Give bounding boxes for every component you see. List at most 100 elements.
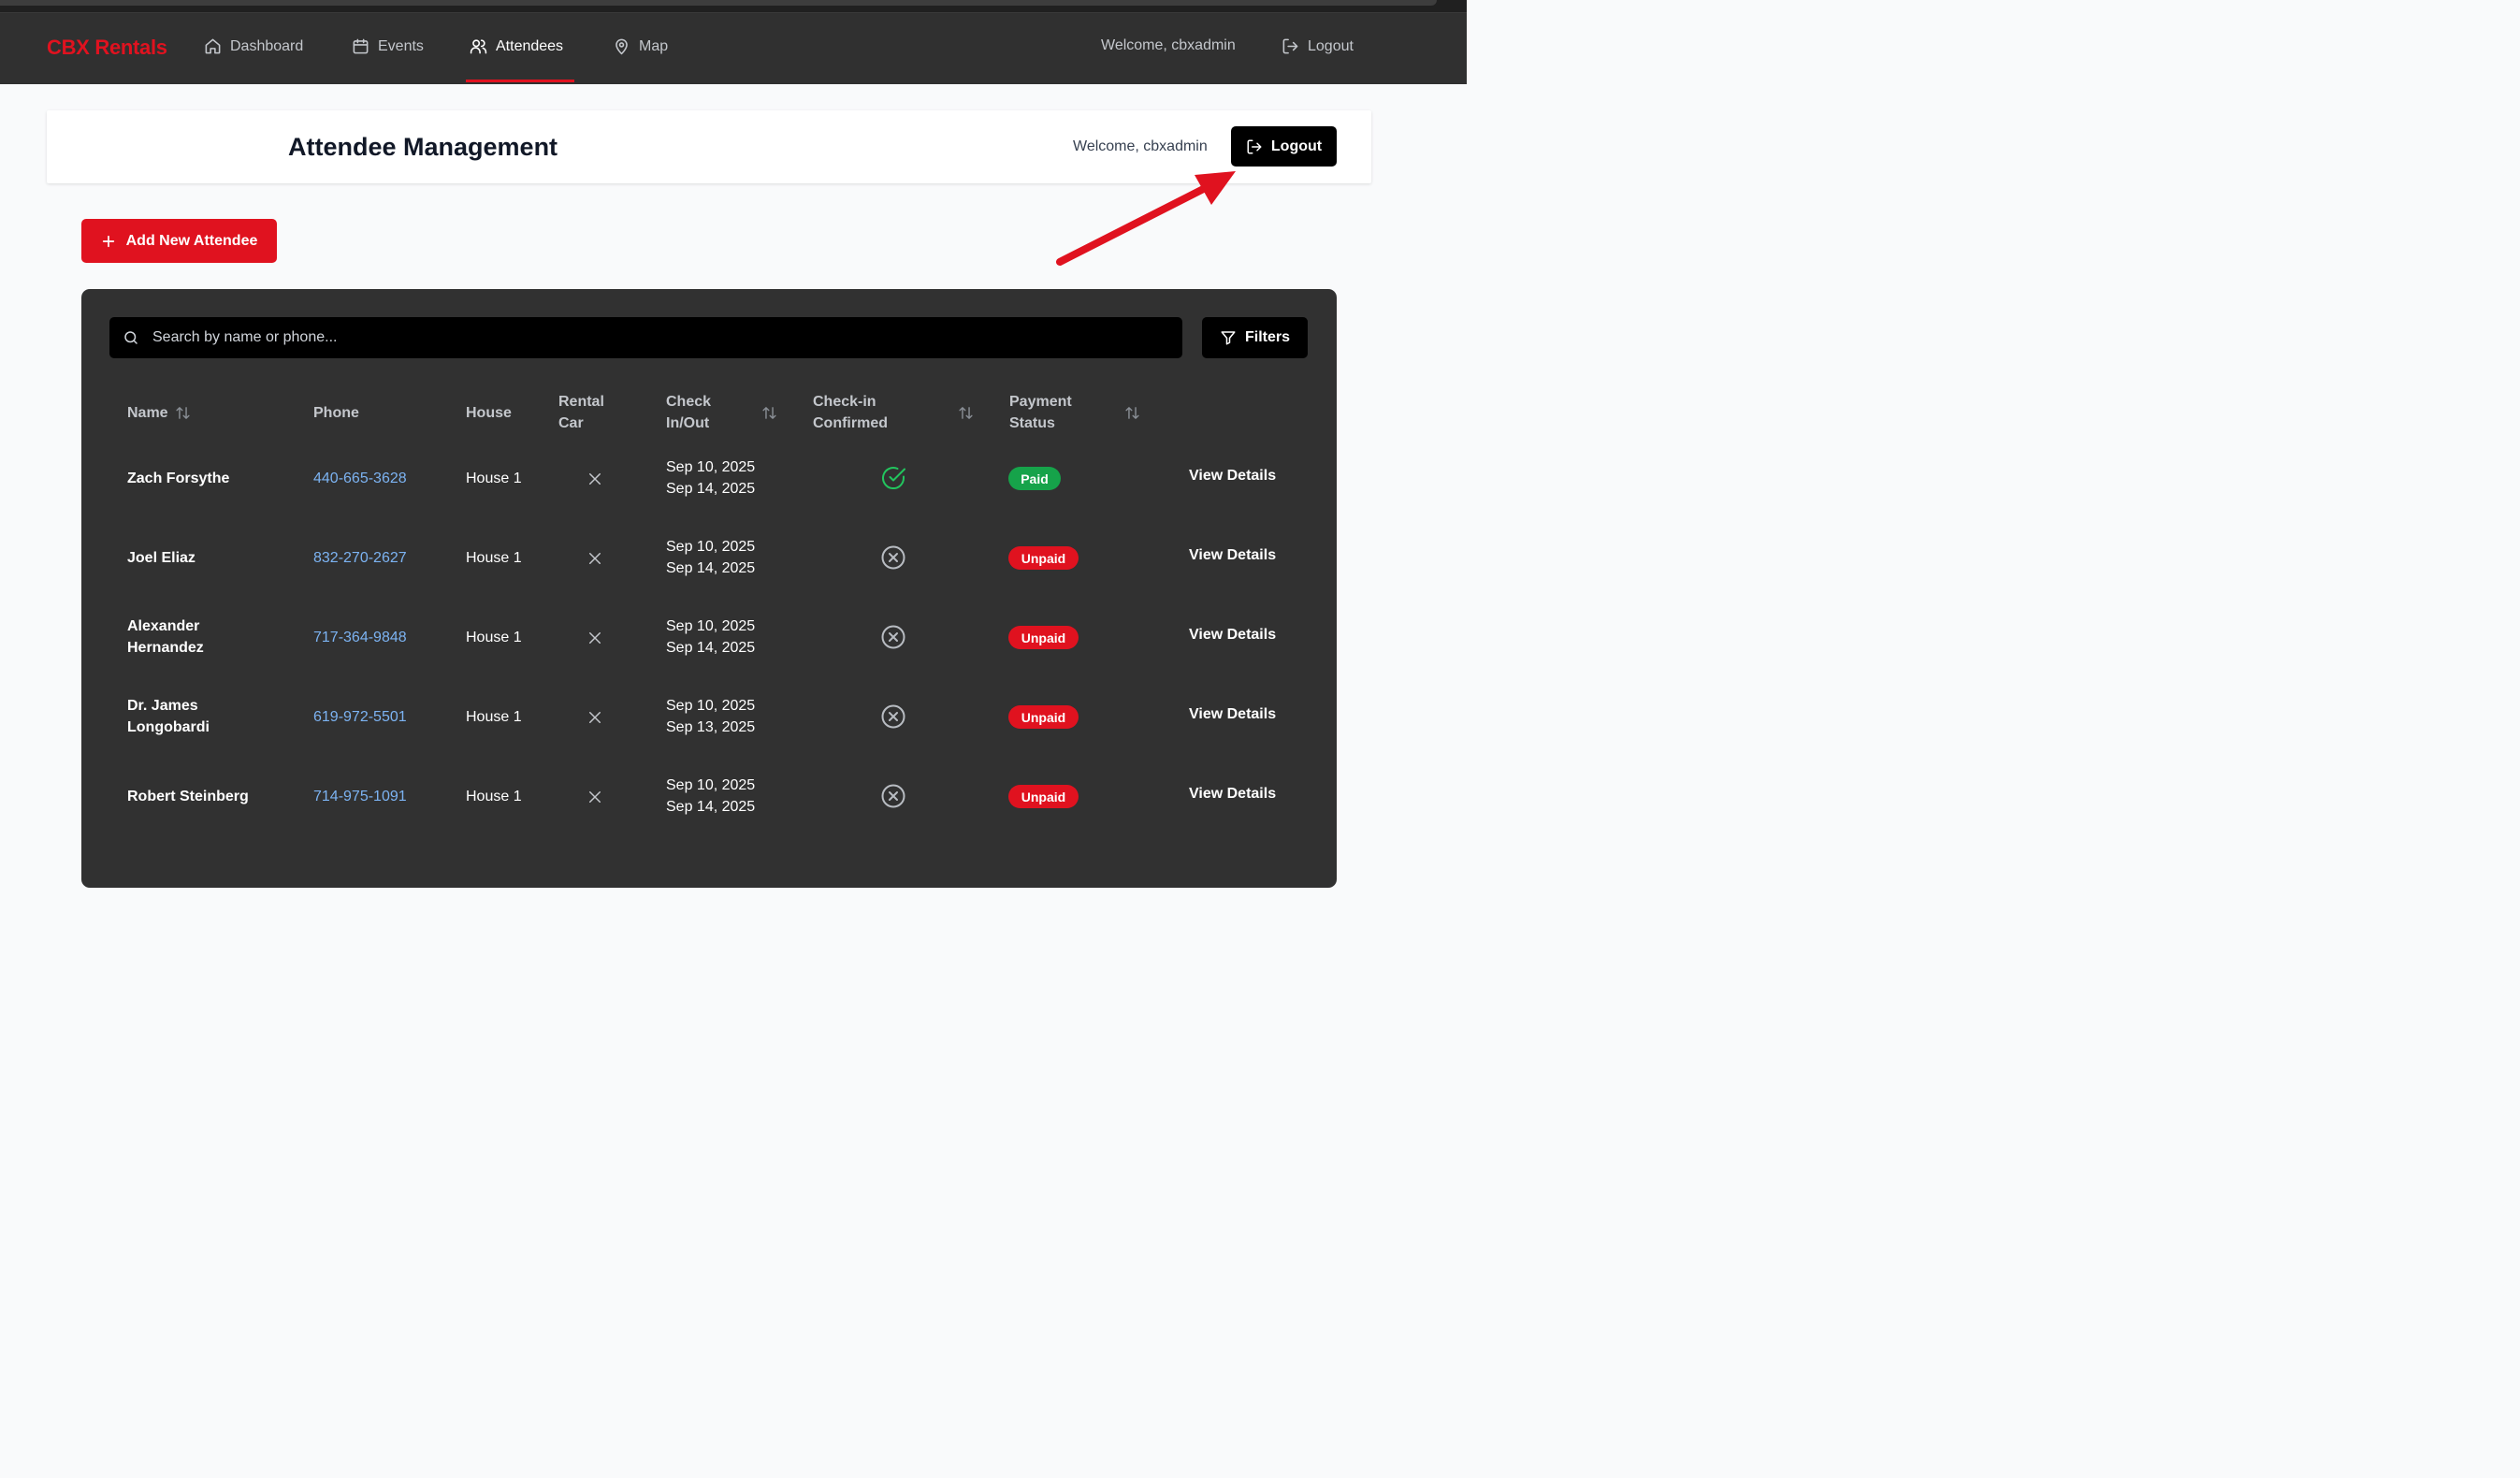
x-icon <box>589 632 601 644</box>
search-icon <box>124 331 138 344</box>
filters-label: Filters <box>1244 329 1290 345</box>
header-line: Car <box>558 415 584 431</box>
view-details-link[interactable]: View Details <box>1189 786 1276 803</box>
nav-item-map[interactable]: Map <box>613 37 668 55</box>
x-icon <box>589 473 601 485</box>
sort-icon[interactable] <box>761 405 777 421</box>
attendee-name: Zach Forsythe <box>127 468 229 489</box>
column-header-phone: Phone <box>313 405 359 421</box>
header-welcome-text: Welcome, cbxadmin <box>1073 138 1208 154</box>
search-bar <box>109 317 1182 358</box>
phone-link[interactable]: 619-972-5501 <box>313 706 407 728</box>
sort-icon[interactable] <box>958 405 974 421</box>
nav-item-label: Events <box>378 37 424 54</box>
attendee-name: Robert Steinberg <box>127 786 249 807</box>
add-attendee-label: Add New Attendee <box>125 232 258 249</box>
active-tab-indicator <box>466 80 574 82</box>
nav-item-label: Map <box>639 37 669 54</box>
view-details-link[interactable]: View Details <box>1189 706 1276 723</box>
x-icon <box>589 553 601 564</box>
table-row: Joel Eliaz 832-270-2627 House 1 Sep 10, … <box>81 518 1337 598</box>
page-title: Attendee Management <box>288 133 558 161</box>
check-in-date: Sep 10, 2025 <box>666 539 756 555</box>
check-in-date: Sep 10, 2025 <box>666 459 756 475</box>
table-row: Robert Steinberg 714-975-1091 House 1 Se… <box>81 757 1337 836</box>
attendee-table-panel: Filters Name Phone House Rental Car Chec… <box>81 289 1337 888</box>
name-line: Dr. James <box>127 698 198 714</box>
phone-link[interactable]: 440-665-3628 <box>313 468 407 489</box>
column-header-payment-status[interactable]: Payment Status <box>1009 391 1072 434</box>
view-details-link[interactable]: View Details <box>1189 468 1276 485</box>
header-line: Check <box>666 394 712 410</box>
status-badge: Unpaid <box>1008 705 1079 729</box>
header-line: Confirmed <box>813 415 888 431</box>
header-line: Rental <box>558 394 604 410</box>
check-in-out-cell: Sep 10, 2025 Sep 14, 2025 <box>666 616 755 659</box>
check-out-date: Sep 14, 2025 <box>666 481 756 497</box>
check-in-out-cell: Sep 10, 2025 Sep 14, 2025 <box>666 775 755 818</box>
name-line: Robert Steinberg <box>127 789 249 804</box>
brand-logo[interactable]: CBX Rentals <box>47 36 167 60</box>
status-badge: Unpaid <box>1008 626 1079 649</box>
header-line: Payment <box>1009 394 1072 410</box>
filter-icon <box>1221 331 1236 345</box>
header-line: Check-in <box>813 394 876 410</box>
check-in-date: Sep 10, 2025 <box>666 698 756 714</box>
nav-item-attendees[interactable]: Attendees <box>470 37 563 55</box>
header-line: In/Out <box>666 415 710 431</box>
name-line: Zach Forsythe <box>127 471 230 486</box>
column-header-check-in-out[interactable]: Check In/Out <box>666 391 711 434</box>
phone-link[interactable]: 714-975-1091 <box>313 786 407 807</box>
map-pin-icon <box>616 38 628 55</box>
filters-button[interactable]: Filters <box>1202 317 1308 358</box>
table-row: Alexander Hernandez 717-364-9848 House 1… <box>81 598 1337 677</box>
plus-icon <box>102 235 114 247</box>
browser-tab-strip <box>0 0 1437 6</box>
table-row: Dr. James Longobardi 619-972-5501 House … <box>81 677 1337 757</box>
top-nav: CBX Rentals Dashboard Events Attendees M… <box>0 13 1467 84</box>
view-details-link[interactable]: View Details <box>1189 627 1276 644</box>
add-attendee-button[interactable]: Add New Attendee <box>81 219 277 263</box>
page-header-card: Attendee Management Welcome, cbxadmin Lo… <box>47 110 1371 183</box>
column-header-check-in-confirmed[interactable]: Check-in Confirmed <box>813 391 888 434</box>
phone-link[interactable]: 832-270-2627 <box>313 547 407 569</box>
check-in-date: Sep 10, 2025 <box>666 618 756 634</box>
status-badge: Unpaid <box>1008 785 1079 808</box>
nav-logout-label: Logout <box>1308 37 1354 54</box>
name-line: Joel Eliaz <box>127 550 196 566</box>
logout-button-label: Logout <box>1270 138 1323 154</box>
view-details-link[interactable]: View Details <box>1189 547 1276 564</box>
check-in-out-cell: Sep 10, 2025 Sep 14, 2025 <box>666 456 755 500</box>
search-input[interactable] <box>152 317 1172 358</box>
column-header-name[interactable]: Name <box>127 402 168 424</box>
x-circle-icon <box>881 784 905 808</box>
browser-chrome <box>0 0 1467 13</box>
x-icon <box>589 791 601 803</box>
column-header-house: House <box>466 405 512 421</box>
check-in-out-cell: Sep 10, 2025 Sep 13, 2025 <box>666 695 755 738</box>
house-cell: House 1 <box>466 789 522 804</box>
nav-item-label: Attendees <box>496 37 564 54</box>
house-cell: House 1 <box>466 471 522 486</box>
house-cell: House 1 <box>466 709 522 725</box>
sort-icon[interactable] <box>1124 405 1140 421</box>
sort-icon[interactable] <box>175 405 191 421</box>
check-out-date: Sep 13, 2025 <box>666 719 756 735</box>
name-line: Alexander <box>127 618 200 634</box>
calendar-icon <box>353 38 369 54</box>
attendee-name: Dr. James Longobardi <box>127 695 210 738</box>
home-icon <box>205 38 221 54</box>
phone-link[interactable]: 717-364-9848 <box>313 627 407 648</box>
logout-icon <box>1282 38 1298 54</box>
column-header-rental-car: Rental Car <box>558 391 604 434</box>
house-cell: House 1 <box>466 630 522 645</box>
logout-button[interactable]: Logout <box>1231 126 1337 167</box>
nav-item-dashboard[interactable]: Dashboard <box>204 37 303 55</box>
nav-logout-button[interactable]: Logout <box>1282 37 1354 55</box>
house-cell: House 1 <box>466 550 522 566</box>
nav-item-events[interactable]: Events <box>352 37 424 55</box>
status-badge: Paid <box>1008 467 1061 490</box>
check-out-date: Sep 14, 2025 <box>666 799 756 815</box>
check-in-date: Sep 10, 2025 <box>666 777 756 793</box>
x-circle-icon <box>881 545 905 570</box>
